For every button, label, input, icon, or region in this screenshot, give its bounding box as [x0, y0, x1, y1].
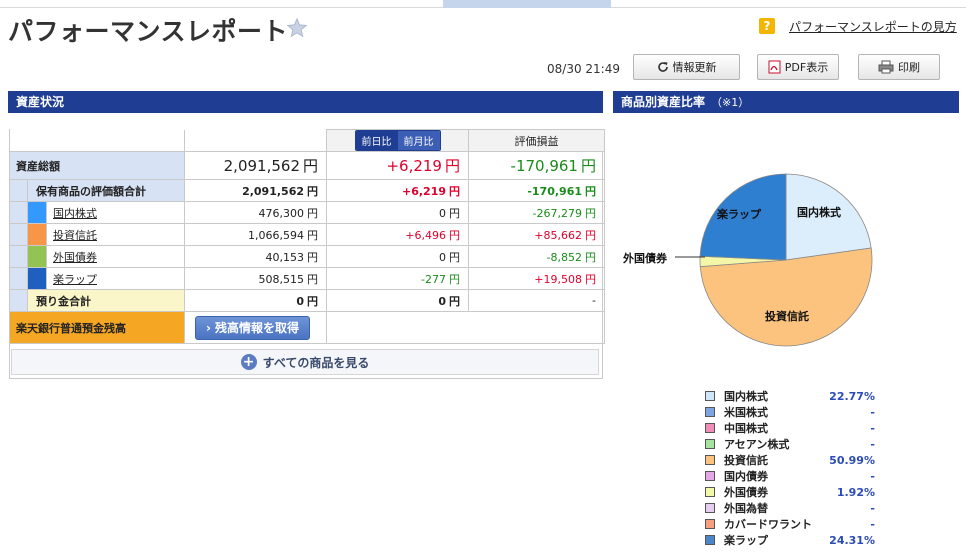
asset-ratio-chart: 国内株式 投資信託 外国債券 楽ラップ — [613, 165, 959, 355]
active-tab-marker[interactable] — [443, 0, 611, 8]
holding-row-1: 投資信託 1,066,594 円 +6,496 円 +85,662 円 — [9, 223, 605, 246]
refresh-icon — [657, 62, 668, 72]
asset-ratio-note: （※1） — [711, 96, 750, 109]
legend-row: 外国債券 1.92% — [705, 484, 875, 500]
holding-swatch — [28, 246, 46, 267]
legend-swatch — [705, 423, 715, 433]
deposit-total-label: 預り金合計 — [27, 289, 185, 312]
holding-change: 0円 — [326, 201, 469, 224]
see-all-products-button[interactable]: + すべての商品を見る — [11, 349, 599, 375]
legend-row: 中国株式 - — [705, 420, 875, 436]
holding-change: 0円 — [326, 245, 469, 268]
legend-swatch — [705, 535, 715, 545]
holding-valuation: +19,508 円 — [468, 267, 605, 290]
holding-valuation: -8,852 円 — [468, 245, 605, 268]
total-assets-value: 2,091,562 円 — [184, 151, 327, 180]
holding-link-rakuwrap[interactable]: 楽ラップ — [47, 273, 97, 286]
holdings-total-value: 2,091,562 円 — [184, 179, 327, 202]
holding-value: 40,153 円 — [184, 245, 327, 268]
holding-value: 508,515 円 — [184, 267, 327, 290]
last-updated-timestamp: 08/30 21:49 — [547, 62, 620, 76]
pdf-button[interactable]: PDF表示 — [757, 54, 839, 80]
pie-label-rakuwrap: 楽ラップ — [717, 208, 761, 221]
ratio-legend: 国内株式 22.77% 米国株式 - 中国株式 - アセアン株式 - 投資信託 50.99… — [705, 388, 875, 548]
asset-status-title: 資産状況 — [16, 95, 65, 109]
holding-row-3: 楽ラップ 508,515 円 -277 円 +19,508 円 — [9, 267, 605, 290]
pdf-icon — [768, 60, 781, 74]
holding-value: 476,300 円 — [184, 201, 327, 224]
plus-icon: + — [240, 354, 257, 370]
total-assets-label: 資産総額 — [9, 151, 185, 180]
help-link[interactable]: パフォーマンスレポートの見方 — [789, 18, 957, 35]
asset-ratio-header: 商品別資産比率 （※1） — [613, 91, 959, 113]
legend-row: 国内債券 - — [705, 468, 875, 484]
holding-swatch — [28, 202, 46, 223]
asset-table: 前日比 前月比 評価損益 資産総額 2,091,562 円 +6,219 円 -17… — [9, 129, 605, 344]
printer-icon — [878, 60, 894, 74]
holding-row-0: 国内株式 476,300 円 0円 -267,279 円 — [9, 201, 605, 224]
valuation-column-header: 評価損益 — [468, 129, 605, 152]
arrow-right-icon: › — [206, 320, 211, 335]
asset-status-header: 資産状況 — [8, 91, 603, 113]
page-title: パフォーマンスレポート — [8, 17, 289, 46]
total-assets-valuation: -170,961 円 — [468, 151, 605, 180]
legend-swatch — [705, 439, 715, 449]
legend-row: カバードワラント - — [705, 516, 875, 532]
bank-balance-label: 楽天銀行普通預金残高 — [9, 311, 185, 344]
print-label: 印刷 — [898, 61, 920, 74]
holding-row-2: 外国債券 40,153 円 0円 -8,852 円 — [9, 245, 605, 268]
refresh-button[interactable]: 情報更新 — [633, 54, 740, 80]
legend-swatch — [705, 407, 715, 417]
holding-change: -277 円 — [326, 267, 469, 290]
holding-swatch — [28, 224, 46, 245]
holding-link-investment-trust[interactable]: 投資信託 — [47, 229, 97, 242]
deposit-total-valuation: - — [468, 289, 605, 312]
pie-label-domestic-stock: 国内株式 — [797, 206, 841, 219]
change-toggle-cell: 前日比 前月比 — [326, 129, 469, 152]
legend-swatch — [705, 455, 715, 465]
total-assets-change: +6,219 円 — [326, 151, 469, 180]
pie-label-investment-trust: 投資信託 — [765, 310, 809, 323]
holding-link-domestic-stock[interactable]: 国内株式 — [47, 207, 97, 220]
help-icon[interactable]: ? — [759, 18, 775, 34]
holding-valuation: +85,662 円 — [468, 223, 605, 246]
legend-swatch — [705, 519, 715, 529]
holding-valuation: -267,279 円 — [468, 201, 605, 224]
print-button[interactable]: 印刷 — [858, 54, 940, 80]
legend-row: 楽ラップ 24.31% — [705, 532, 875, 548]
legend-row: 国内株式 22.77% — [705, 388, 875, 404]
legend-swatch — [705, 471, 715, 481]
legend-row: 投資信託 50.99% — [705, 452, 875, 468]
refresh-label: 情報更新 — [672, 61, 717, 74]
change-toggle[interactable]: 前日比 前月比 — [354, 130, 441, 151]
holding-value: 1,066,594 円 — [184, 223, 327, 246]
legend-swatch — [705, 391, 715, 401]
asset-ratio-title: 商品別資産比率 — [621, 95, 706, 109]
legend-row: 米国株式 - — [705, 404, 875, 420]
pie-label-foreign-bond: 外国債券 — [623, 252, 667, 265]
holding-link-foreign-bond[interactable]: 外国債券 — [47, 251, 97, 264]
toggle-month-over-month[interactable]: 前月比 — [397, 131, 440, 150]
holding-change: +6,496 円 — [326, 223, 469, 246]
holdings-total-valuation: -170,961 円 — [468, 179, 605, 202]
legend-row: アセアン株式 - — [705, 436, 875, 452]
legend-row: 外国為替 - — [705, 500, 875, 516]
toggle-day-over-day[interactable]: 前日比 — [355, 131, 398, 150]
get-balance-button[interactable]: › 残高情報を取得 — [195, 315, 310, 340]
star-icon[interactable] — [286, 17, 308, 39]
deposit-total-value: 0円 — [184, 289, 327, 312]
holding-swatch — [28, 268, 46, 289]
holdings-total-label: 保有商品の評価額合計 — [27, 179, 185, 202]
legend-swatch — [705, 487, 715, 497]
deposit-total-change: 0円 — [326, 289, 469, 312]
holdings-total-change: +6,219 円 — [326, 179, 469, 202]
legend-swatch — [705, 503, 715, 513]
pdf-label: PDF表示 — [784, 61, 829, 74]
